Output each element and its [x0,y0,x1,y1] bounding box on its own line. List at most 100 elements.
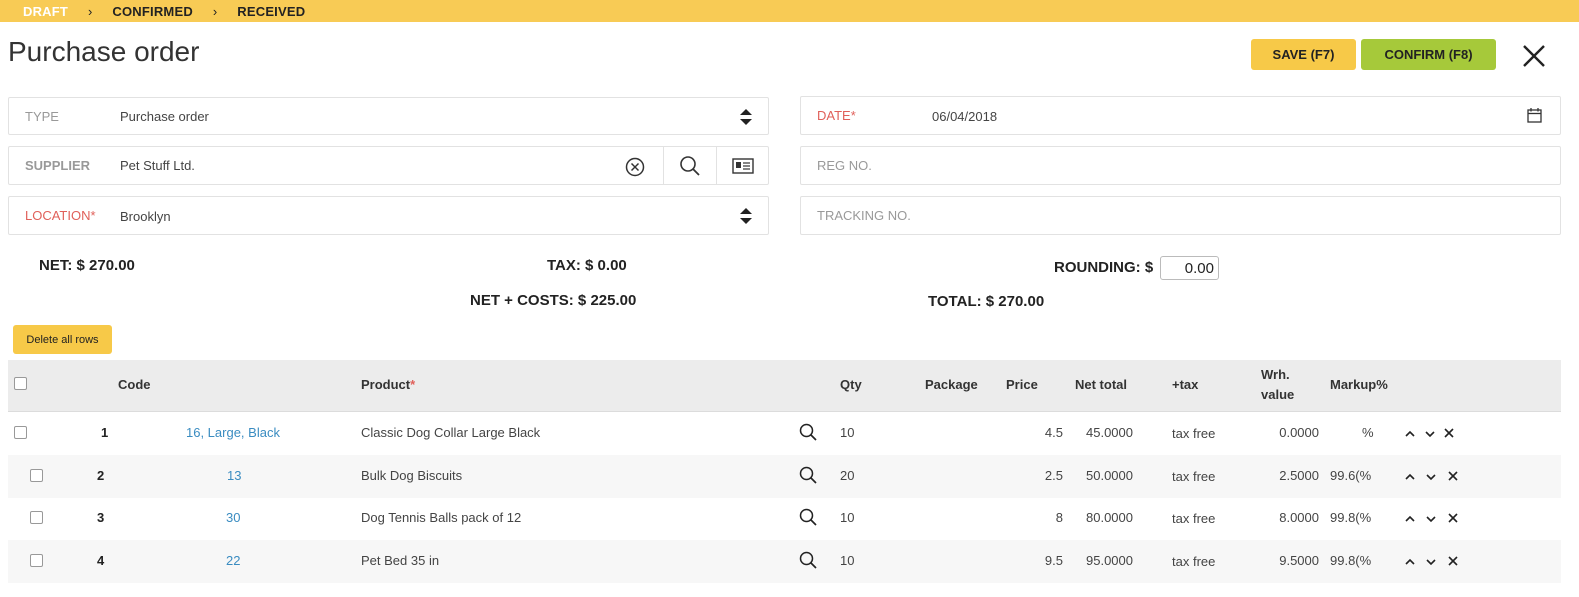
step-received[interactable]: RECEIVED [237,4,305,19]
header-net-total[interactable]: Net total [1075,377,1127,392]
row-checkbox[interactable] [30,511,43,524]
search-icon[interactable] [799,508,817,526]
rounding-input[interactable] [1160,256,1219,280]
type-value[interactable]: Purchase order [120,109,209,124]
header-product[interactable]: Product* [361,377,415,392]
row-markup[interactable]: % [1362,425,1374,440]
row-net-total: 50.0000 [1086,468,1133,483]
move-up-icon[interactable] [1405,514,1415,524]
header-code[interactable]: Code [118,377,151,392]
move-up-icon[interactable] [1405,557,1415,567]
move-up-icon[interactable] [1405,429,1415,439]
row-price[interactable]: 2.5 [1045,468,1063,483]
step-draft[interactable]: DRAFT [23,4,68,19]
delete-row-icon[interactable] [1448,556,1458,566]
row-price[interactable]: 4.5 [1045,425,1063,440]
step-separator: › [88,3,93,19]
row-wrh-value: 8.0000 [1279,510,1319,525]
tracking-no-input[interactable] [917,197,1547,233]
move-down-icon[interactable] [1426,514,1436,524]
row-tax[interactable]: tax free [1172,554,1215,569]
row-product[interactable]: Bulk Dog Biscuits [361,468,462,483]
row-qty[interactable]: 10 [840,425,854,440]
select-all-checkbox[interactable] [14,377,27,390]
delete-row-icon[interactable] [1448,513,1458,523]
delete-row-icon[interactable] [1448,471,1458,481]
search-icon[interactable] [799,423,817,441]
grand-total: TOTAL: $ 270.00 [928,293,1045,310]
row-wrh-value: 9.5000 [1279,553,1319,568]
type-field[interactable]: TYPE Purchase order [8,97,769,135]
row-checkbox[interactable] [14,426,27,439]
table-row: 4 22 Pet Bed 35 in 10 9.5 95.0000 tax fr… [8,540,1561,583]
row-tax[interactable]: tax free [1172,511,1215,526]
supplier-value[interactable]: Pet Stuff Ltd. [120,158,195,173]
reg-no-field[interactable]: REG NO. [800,146,1561,185]
calendar-icon[interactable] [1527,108,1542,123]
row-code-link[interactable]: 13 [227,468,241,483]
row-markup[interactable]: 99.8(% [1330,510,1371,525]
header-wrh-value[interactable]: Wrh. [1261,367,1290,382]
supplier-field: SUPPLIER Pet Stuff Ltd. [8,146,769,185]
table-header: Code Product* Qty Package Price Net tota… [8,360,1561,412]
row-code-link[interactable]: 30 [226,510,240,525]
row-product[interactable]: Pet Bed 35 in [361,553,439,568]
header-package[interactable]: Package [925,377,978,392]
confirm-button[interactable]: CONFIRM (F8) [1361,39,1496,70]
row-checkbox[interactable] [30,554,43,567]
move-down-icon[interactable] [1426,472,1436,482]
row-qty[interactable]: 10 [840,553,854,568]
header-tax[interactable]: +tax [1172,377,1198,392]
date-field[interactable]: DATE* 06/04/2018 [800,96,1561,135]
close-button[interactable] [1518,40,1550,72]
step-confirmed[interactable]: CONFIRMED [112,4,193,19]
row-net-total: 95.0000 [1086,553,1133,568]
header-price[interactable]: Price [1006,377,1038,392]
select-arrows-icon [740,208,752,224]
row-qty[interactable]: 10 [840,510,854,525]
row-product[interactable]: Dog Tennis Balls pack of 12 [361,510,521,525]
save-button[interactable]: SAVE (F7) [1251,39,1356,70]
tracking-no-field[interactable]: TRACKING NO. [800,196,1561,235]
location-field[interactable]: LOCATION* Brooklyn [8,196,769,235]
select-arrows-icon [740,109,752,125]
move-down-icon[interactable] [1426,557,1436,567]
search-icon[interactable] [799,466,817,484]
delete-row-icon[interactable] [1444,428,1454,438]
row-markup[interactable]: 99.8(% [1330,553,1371,568]
tracking-no-label: TRACKING NO. [817,208,911,223]
row-price[interactable]: 9.5 [1045,553,1063,568]
move-up-icon[interactable] [1405,472,1415,482]
net-total: NET: $ 270.00 [39,257,135,274]
row-number: 3 [97,510,105,525]
row-qty[interactable]: 20 [840,468,854,483]
id-card-icon [732,157,754,174]
row-tax[interactable]: tax free [1172,469,1215,484]
tax-total: TAX: $ 0.00 [547,257,627,274]
row-price[interactable]: 8 [1056,510,1063,525]
header-qty[interactable]: Qty [840,377,862,392]
row-net-total: 80.0000 [1086,510,1133,525]
page-title: Purchase order [8,36,200,67]
net-costs-total: NET + COSTS: $ 225.00 [470,292,637,309]
move-down-icon[interactable] [1425,429,1435,439]
row-number: 2 [97,468,105,483]
delete-all-rows-button[interactable]: Delete all rows [13,325,112,354]
row-net-total: 45.0000 [1086,425,1133,440]
row-tax[interactable]: tax free [1172,426,1215,441]
header-markup[interactable]: Markup% [1330,377,1388,392]
location-value[interactable]: Brooklyn [120,209,171,224]
rounding-label: ROUNDING: $ [1054,259,1154,276]
row-code-link[interactable]: 16, Large, Black [186,425,280,440]
row-checkbox[interactable] [30,469,43,482]
row-code-link[interactable]: 22 [226,553,240,568]
date-value[interactable]: 06/04/2018 [932,109,997,124]
clear-icon[interactable] [625,157,645,177]
search-icon[interactable] [799,551,817,569]
row-number: 1 [101,425,109,440]
supplier-search-button[interactable] [663,147,716,184]
reg-no-input[interactable] [917,147,1547,183]
row-product[interactable]: Classic Dog Collar Large Black [361,425,540,440]
row-markup[interactable]: 99.6(% [1330,468,1371,483]
supplier-card-button[interactable] [716,147,769,184]
